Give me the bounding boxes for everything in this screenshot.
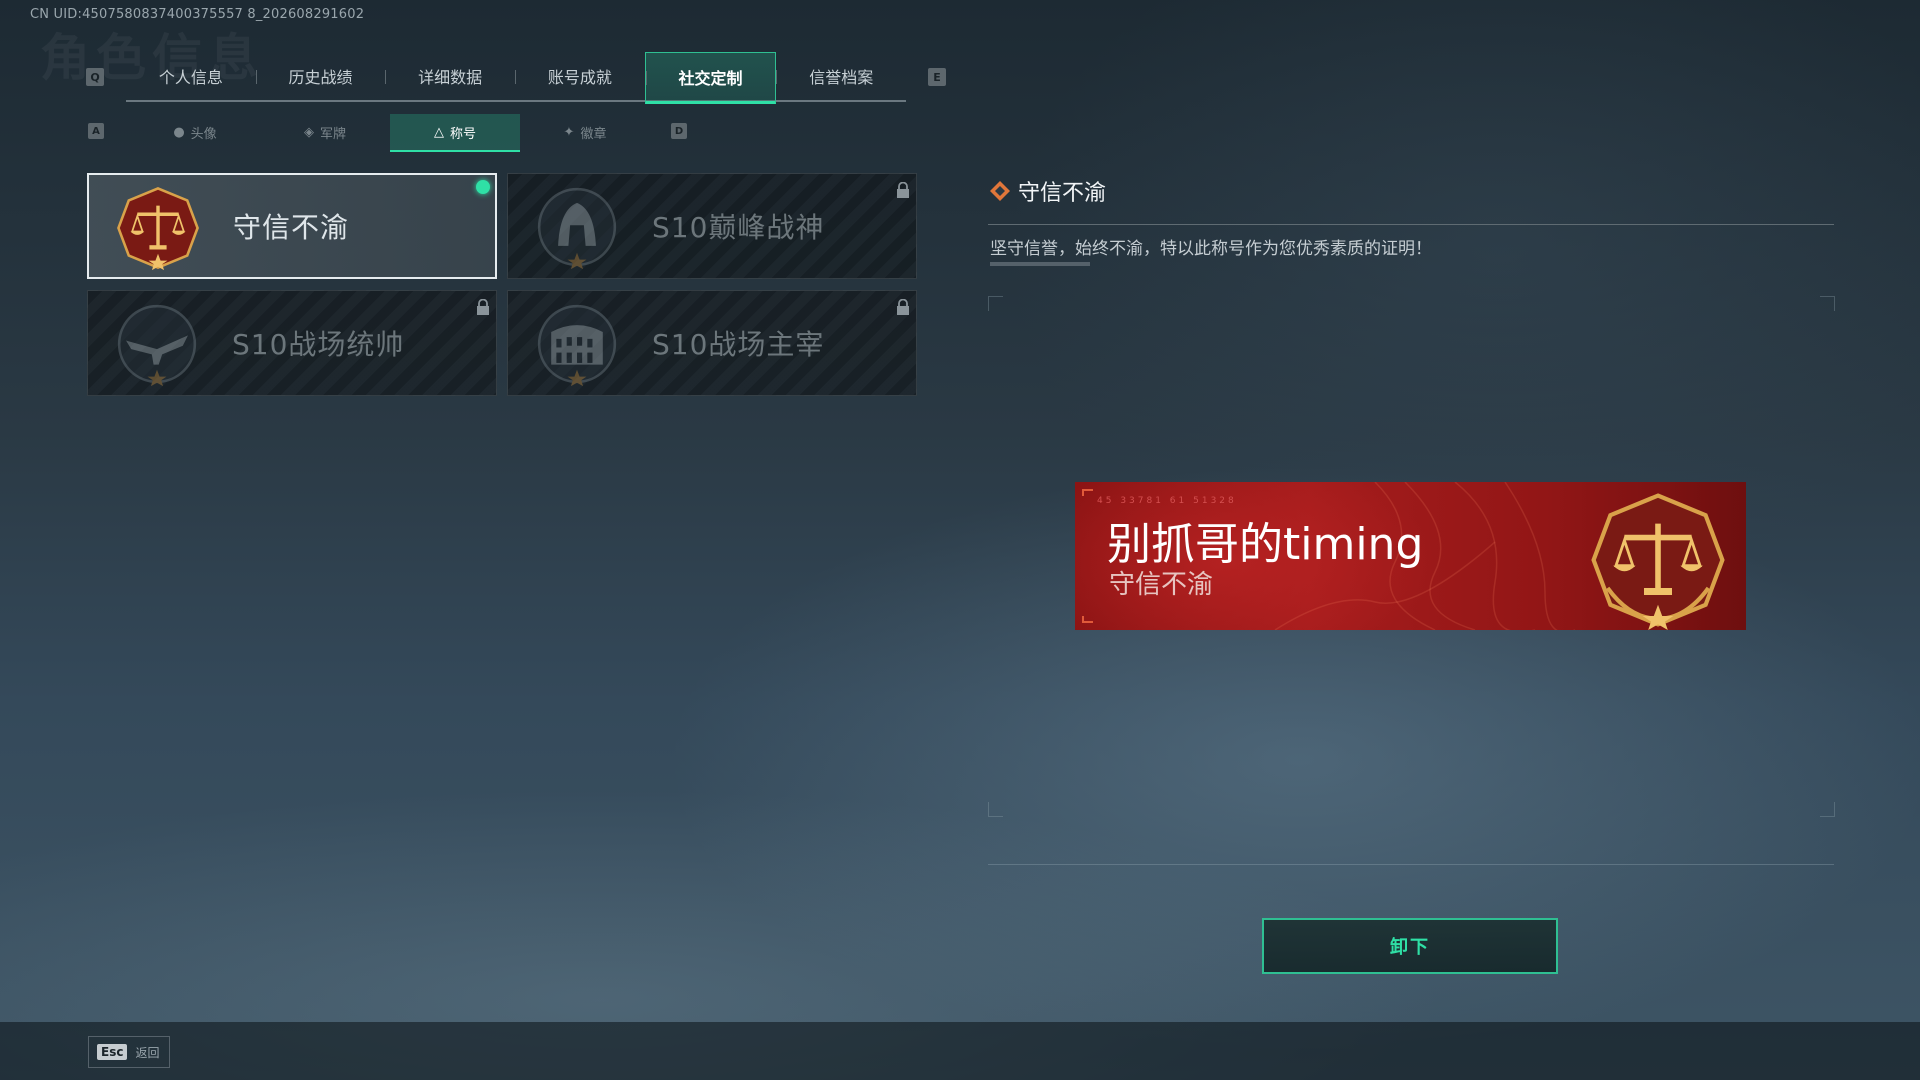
card-title: S10战场主宰 <box>652 328 825 361</box>
esc-key: Esc <box>97 1044 128 1060</box>
dogtag-icon: ◈ <box>303 124 314 140</box>
tab-detailed-stats[interactable]: 详细数据 <box>385 52 515 100</box>
tab-achievements[interactable]: 账号成就 <box>515 52 645 100</box>
equipped-indicator <box>476 180 490 194</box>
banner-code: 45 33781 61 51328 <box>1097 496 1237 506</box>
lock-icon <box>897 299 909 315</box>
card-title: S10战场统帅 <box>232 328 405 361</box>
subtab-title-label: 称号 <box>449 126 476 142</box>
detail-description: 坚守信誉，始终不渝，特以此称号作为您优秀素质的证明！ <box>990 239 1432 259</box>
card-title: 守信不渝 <box>233 211 350 244</box>
player-name: 别抓哥的timing <box>1107 519 1424 570</box>
divider <box>988 864 1834 865</box>
lock-icon <box>477 299 489 315</box>
corner-bracket <box>988 802 1003 817</box>
divider <box>990 262 1090 266</box>
card-title: S10巅峰战神 <box>652 211 825 244</box>
corner-bracket <box>988 296 1003 311</box>
banner-title: 守信不渝 <box>1109 570 1214 600</box>
person-icon: ● <box>173 124 185 140</box>
colosseum-emblem-icon <box>537 304 617 387</box>
diamond-icon <box>990 181 1010 201</box>
subtab-badge-label: 徽章 <box>580 126 607 142</box>
footer-bar <box>0 1022 1920 1080</box>
helmet-emblem-icon <box>537 187 617 270</box>
scales-emblem-icon <box>1591 493 1725 630</box>
back-button[interactable]: Esc 返回 <box>88 1036 170 1068</box>
main-tab-bar: 个人信息 历史战绩 详细数据 账号成就 社交定制 信誉档案 <box>126 52 906 104</box>
key-hint-q[interactable]: Q <box>86 68 104 86</box>
key-hint-a[interactable]: A <box>88 123 104 139</box>
key-hint-d[interactable]: D <box>671 123 687 139</box>
tab-personal-info[interactable]: 个人信息 <box>126 52 256 100</box>
title-card[interactable]: S10战场统帅 <box>87 290 497 396</box>
title-card[interactable]: 守信不渝 <box>87 173 497 279</box>
sub-tab-bar: ● 头像 ◈ 军牌 △ 称号 ✦ 徽章 <box>130 114 650 152</box>
detail-title: 守信不渝 <box>1018 181 1107 206</box>
corner-bracket <box>1820 802 1835 817</box>
tab-social-custom[interactable]: 社交定制 <box>644 52 777 104</box>
tab-match-history[interactable]: 历史战绩 <box>255 52 386 100</box>
title-card[interactable]: S10战场主宰 <box>507 290 917 396</box>
aircraft-emblem-icon <box>117 304 197 387</box>
scales-emblem-icon <box>117 187 199 271</box>
subtab-avatar-label: 头像 <box>190 126 217 142</box>
emblem-icon: ✦ <box>563 124 575 140</box>
tab-reputation[interactable]: 信誉档案 <box>776 52 906 100</box>
title-card[interactable]: S10巅峰战神 <box>507 173 917 279</box>
subtab-avatar[interactable]: ● 头像 <box>130 114 260 150</box>
unequip-button[interactable]: 卸下 <box>1262 918 1558 974</box>
back-label: 返回 <box>135 1045 160 1060</box>
corner-bracket <box>1820 296 1835 311</box>
key-hint-e[interactable]: E <box>928 68 946 86</box>
divider <box>988 224 1834 225</box>
triangle-icon: △ <box>433 124 444 140</box>
subtab-title[interactable]: △ 称号 <box>390 114 520 152</box>
subtab-dogtag[interactable]: ◈ 军牌 <box>260 114 390 150</box>
subtab-badge[interactable]: ✦ 徽章 <box>520 114 650 150</box>
lock-icon <box>897 182 909 198</box>
nameplate-preview: 45 33781 61 51328 别抓哥的timing 守信不渝 <box>1075 482 1746 630</box>
subtab-dogtag-label: 军牌 <box>319 126 346 142</box>
